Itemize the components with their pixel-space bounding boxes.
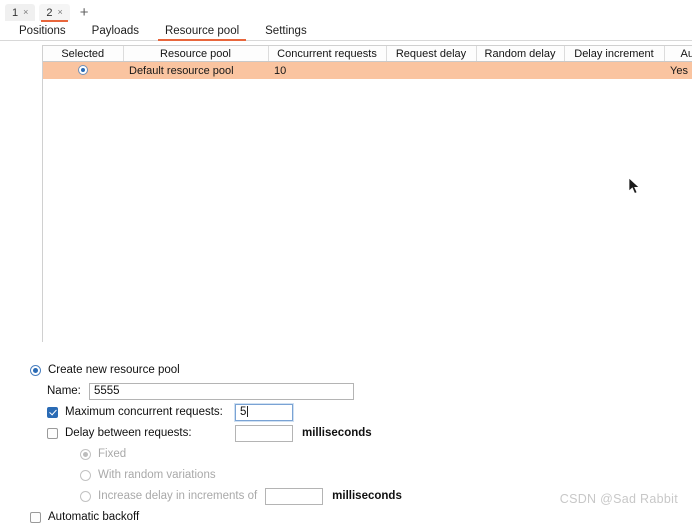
name-input[interactable]: 5555	[89, 382, 354, 400]
increase-delay-units-label: milliseconds	[332, 490, 402, 502]
cell-request-delay	[386, 61, 476, 79]
add-tab-button[interactable]: +	[74, 5, 95, 21]
name-label: Name:	[47, 385, 81, 397]
create-new-resource-pool-label: Create new resource pool	[48, 364, 180, 376]
automatic-backoff-label: Automatic backoff	[48, 511, 140, 523]
fixed-delay-label: Fixed	[98, 448, 127, 460]
attack-tab-strip: 1 × 2 × +	[0, 0, 692, 22]
resource-pool-table: Selected Resource pool Concurrent reques…	[43, 46, 692, 79]
cell-delay-increment	[564, 61, 664, 79]
main-tab-bar: Positions Payloads Resource pool Setting…	[0, 21, 692, 41]
cell-selected[interactable]	[43, 61, 123, 79]
tab-positions[interactable]: Positions	[6, 25, 79, 40]
resource-pool-table-panel: Selected Resource pool Concurrent reques…	[42, 45, 692, 342]
cell-random-delay	[476, 61, 564, 79]
attack-tab-2[interactable]: 2 ×	[39, 4, 70, 22]
delay-between-row: Delay between requests: milliseconds	[30, 423, 692, 443]
attack-tab-2-label: 2	[46, 6, 53, 19]
column-header-request-delay[interactable]: Request delay	[386, 46, 477, 62]
tab-payloads[interactable]: Payloads	[79, 25, 152, 40]
radio-selected-icon[interactable]	[78, 64, 88, 75]
delay-units-label: milliseconds	[302, 427, 372, 439]
max-concurrent-row: Maximum concurrent requests: 5	[30, 402, 692, 422]
create-new-resource-pool-option[interactable]: Create new resource pool	[30, 360, 692, 380]
checkbox-delay-between-icon[interactable]	[47, 427, 58, 439]
table-header-row: Selected Resource pool Concurrent reques…	[43, 46, 692, 62]
column-header-resource-pool[interactable]: Resource pool	[123, 46, 269, 62]
column-header-concurrent-requests[interactable]: Concurrent requests	[268, 46, 387, 62]
radio-fixed-icon[interactable]	[80, 448, 91, 460]
mouse-cursor-icon	[629, 178, 640, 194]
delay-between-input[interactable]	[235, 424, 293, 442]
automatic-backoff-row[interactable]: Automatic backoff	[30, 507, 692, 527]
random-variations-label: With random variations	[98, 469, 216, 481]
table-row[interactable]: Default resource pool 10 Yes	[43, 61, 692, 79]
max-concurrent-input[interactable]: 5	[235, 403, 293, 421]
increase-delay-input[interactable]	[265, 487, 324, 505]
cell-resource-pool: Default resource pool	[123, 61, 268, 79]
random-variations-option[interactable]: With random variations	[30, 465, 692, 485]
column-header-selected[interactable]: Selected	[43, 46, 124, 62]
tab-resource-pool[interactable]: Resource pool	[152, 25, 252, 41]
tab-settings[interactable]: Settings	[252, 25, 320, 40]
fixed-delay-option[interactable]: Fixed	[30, 444, 692, 464]
checkbox-automatic-backoff-icon[interactable]	[30, 511, 41, 523]
radio-create-new-icon[interactable]	[30, 364, 41, 376]
attack-tab-1[interactable]: 1 ×	[5, 4, 36, 21]
radio-increase-delay-icon[interactable]	[80, 490, 91, 502]
max-concurrent-value: 5	[240, 405, 247, 418]
text-caret	[247, 405, 249, 417]
close-icon[interactable]: ×	[23, 8, 28, 17]
attack-tab-1-label: 1	[12, 6, 19, 19]
cell-concurrent-requests: 10	[268, 61, 386, 79]
column-header-random-delay[interactable]: Random delay	[476, 46, 565, 62]
increase-delay-label: Increase delay in increments of	[98, 490, 258, 502]
column-header-delay-increment[interactable]: Delay increment	[564, 46, 665, 62]
max-concurrent-label: Maximum concurrent requests:	[65, 406, 223, 418]
column-header-auto-backoff[interactable]: Auto backoff	[664, 46, 692, 62]
radio-random-variations-icon[interactable]	[80, 469, 91, 481]
cell-auto-backoff: Yes	[664, 61, 692, 79]
delay-between-label: Delay between requests:	[65, 427, 192, 439]
checkbox-max-concurrent-icon[interactable]	[47, 406, 58, 418]
name-field-row: Name: 5555	[30, 381, 692, 401]
watermark-text: CSDN @Sad Rabbit	[559, 492, 678, 506]
close-icon[interactable]: ×	[58, 8, 63, 17]
